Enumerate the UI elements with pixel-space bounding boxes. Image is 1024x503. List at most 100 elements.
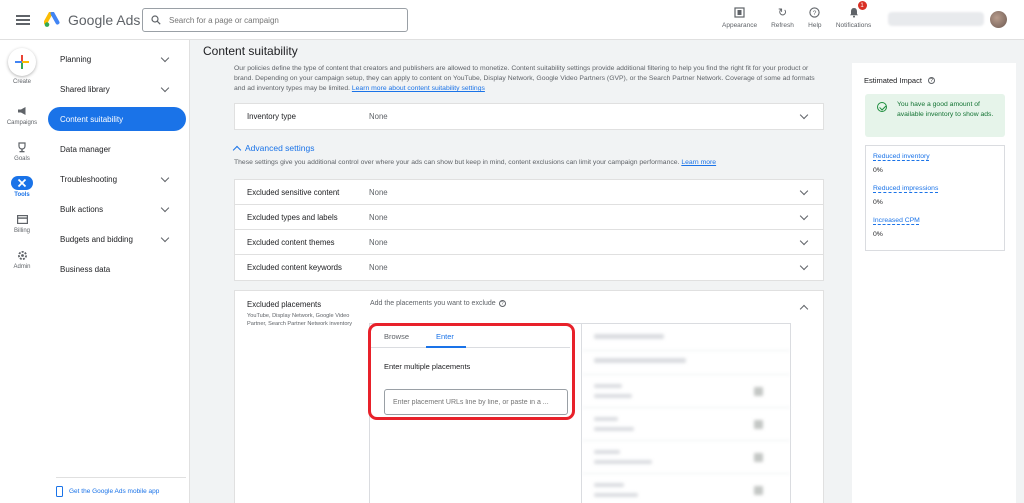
advanced-settings-toggle[interactable]: Advanced settings: [232, 143, 314, 154]
left-rail: Create Campaigns Goals Tools Billing Adm…: [0, 40, 44, 503]
metric-increased-cpm-value: 0%: [873, 231, 883, 238]
active-tab-indicator: [426, 346, 466, 348]
page-title: Content suitability: [203, 44, 298, 58]
appearance-button[interactable]: Appearance: [722, 5, 757, 29]
excluded-placements-section: Excluded placements YouTube, Display Net…: [234, 290, 824, 503]
help-icon[interactable]: ?: [498, 300, 506, 307]
search-box[interactable]: [142, 8, 408, 32]
nav-item-shared-library[interactable]: Shared library: [48, 77, 186, 101]
exclusion-label: Excluded types and labels: [247, 212, 338, 222]
metric-increased-cpm[interactable]: Increased CPM: [873, 217, 920, 224]
appearance-icon: [733, 5, 747, 19]
exclusion-value: None: [369, 212, 388, 222]
estimated-impact-title: Estimated Impact ?: [864, 76, 935, 85]
impact-metrics: Reduced inventory 0% Reduced impressions…: [865, 145, 1005, 251]
app-name: Google Ads: [68, 11, 141, 28]
metric-reduced-impressions-value: 0%: [873, 199, 883, 206]
inventory-type-row[interactable]: Inventory type None: [235, 104, 823, 129]
tab-browse[interactable]: Browse: [384, 332, 409, 341]
nav-item-planning[interactable]: Planning: [48, 47, 186, 71]
excluded-sensitive-content-row[interactable]: Excluded sensitive content None: [235, 180, 823, 205]
metric-reduced-inventory[interactable]: Reduced inventory: [873, 153, 930, 160]
learn-more-link[interactable]: Learn more: [681, 159, 716, 166]
mobile-app-link[interactable]: Get the Google Ads mobile app: [56, 477, 186, 497]
excluded-placements-title: Excluded placements: [247, 300, 322, 309]
nav-item-bulk-actions[interactable]: Bulk actions: [48, 197, 186, 221]
megaphone-icon: [11, 104, 33, 118]
rail-campaigns-label: Campaigns: [6, 120, 38, 126]
phone-icon: [56, 486, 63, 497]
exclusion-label: Excluded content themes: [247, 237, 335, 247]
chevron-down-icon: [160, 83, 170, 92]
excluded-content-keywords-row[interactable]: Excluded content keywords None: [235, 255, 823, 280]
multiple-placements-label: Enter multiple placements: [384, 362, 471, 371]
tools-icon: [11, 176, 33, 190]
learn-more-suitability-link[interactable]: Learn more about content suitability set…: [352, 85, 485, 92]
advanced-settings-description: These settings give you additional contr…: [234, 159, 716, 166]
inventory-status-banner: You have a good amount of available inve…: [865, 94, 1005, 137]
nav-item-business-data[interactable]: Business data: [48, 257, 186, 281]
search-icon: [151, 15, 161, 25]
gear-icon: [11, 248, 33, 262]
chevron-down-icon: [160, 233, 170, 242]
chevron-down-icon: [160, 203, 170, 212]
avatar[interactable]: [990, 11, 1007, 28]
plus-icon: [15, 55, 29, 69]
exclusions-card: Excluded sensitive content None Excluded…: [234, 179, 824, 281]
placement-urls-input[interactable]: [384, 389, 568, 415]
search-input[interactable]: [169, 15, 399, 25]
refresh-icon: ↻: [777, 6, 788, 19]
chevron-down-icon: [799, 261, 809, 271]
rail-item-admin[interactable]: Admin: [0, 248, 44, 270]
inventory-type-label: Inventory type: [247, 112, 296, 121]
help-icon: ?: [808, 5, 822, 19]
exclusion-value: None: [369, 187, 388, 197]
create-button[interactable]: [8, 48, 36, 76]
nav-planning-label: Planning: [60, 54, 92, 64]
notifications-button[interactable]: 1 Notifications: [836, 1, 871, 29]
exclusion-label: Excluded content keywords: [247, 263, 342, 272]
nav-item-data-manager[interactable]: Data manager: [48, 137, 186, 161]
rail-item-goals[interactable]: Goals: [0, 140, 44, 162]
create-label: Create: [12, 79, 31, 85]
chevron-down-icon: [799, 236, 809, 246]
nav-troubleshooting-label: Troubleshooting: [60, 174, 118, 184]
menu-icon[interactable]: [16, 14, 30, 25]
rail-item-billing[interactable]: Billing: [0, 212, 44, 234]
placements-results-pane-blurred: [582, 324, 790, 503]
tab-enter[interactable]: Enter: [436, 332, 454, 341]
svg-text:?: ?: [813, 10, 817, 17]
appearance-label: Appearance: [722, 22, 758, 29]
chevron-down-icon: [160, 173, 170, 182]
excluded-content-themes-row[interactable]: Excluded content themes None: [235, 230, 823, 255]
nav-budgets-label: Budgets and bidding: [60, 234, 133, 244]
refresh-button[interactable]: ↻ Refresh: [771, 5, 794, 30]
nav-bulk-actions-label: Bulk actions: [60, 204, 104, 214]
advanced-desc-text: These settings give you additional contr…: [234, 159, 682, 166]
exclusion-label: Excluded sensitive content: [247, 187, 340, 197]
rail-goals-label: Goals: [14, 156, 30, 162]
metric-reduced-impressions[interactable]: Reduced impressions: [873, 185, 938, 192]
rail-item-tools[interactable]: Tools: [0, 176, 44, 198]
account-info[interactable]: [888, 12, 984, 26]
help-button[interactable]: ? Help: [808, 5, 822, 29]
rail-item-campaigns[interactable]: Campaigns: [0, 104, 44, 126]
chevron-down-icon: [799, 186, 809, 196]
exclusion-value: None: [369, 263, 388, 272]
chevron-down-icon: [160, 53, 170, 62]
nav-item-troubleshooting[interactable]: Troubleshooting: [48, 167, 186, 191]
excluded-types-and-labels-row[interactable]: Excluded types and labels None: [235, 205, 823, 230]
estimated-impact-panel: Estimated Impact ? You have a good amoun…: [852, 63, 1016, 503]
google-ads-logo[interactable]: Google Ads: [44, 11, 141, 28]
collapse-chevron-up-icon[interactable]: [799, 304, 809, 314]
notification-badge: 1: [857, 1, 867, 10]
mobile-app-link-label: Get the Google Ads mobile app: [69, 488, 160, 495]
help-icon[interactable]: ?: [927, 77, 935, 84]
nav-item-budgets-and-bidding[interactable]: Budgets and bidding: [48, 227, 186, 251]
estimated-impact-label: Estimated Impact: [864, 76, 922, 85]
nav-business-data-label: Business data: [60, 264, 111, 274]
nav-item-content-suitability[interactable]: Content suitability: [48, 107, 186, 131]
refresh-label: Refresh: [771, 22, 794, 29]
page-description: Our policies define the type of content …: [234, 64, 824, 94]
placements-tabs: Browse Enter: [370, 324, 570, 348]
